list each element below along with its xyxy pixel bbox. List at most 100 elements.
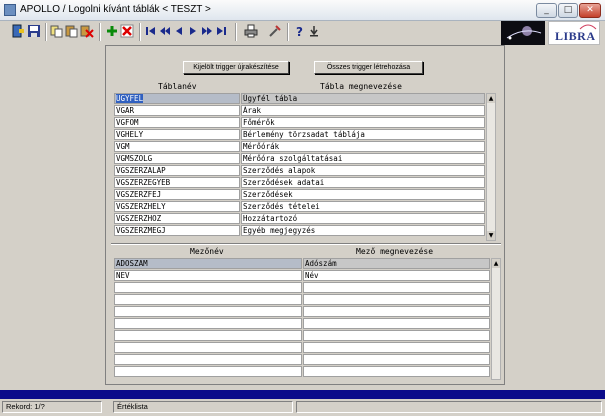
field-desc-cell[interactable] bbox=[303, 330, 490, 341]
table-name-cell[interactable]: VGSZERZEGYEB bbox=[114, 177, 240, 188]
table-desc-cell[interactable]: Hozzátartozó bbox=[241, 213, 485, 224]
table-desc-cell[interactable]: Szerződés alapok bbox=[241, 165, 485, 176]
cell-text: VGSZERZHELY bbox=[116, 202, 166, 211]
table-desc-cell[interactable]: Főmérők bbox=[241, 117, 485, 128]
field-name-cell[interactable] bbox=[114, 342, 302, 353]
prev-record-icon[interactable] bbox=[172, 24, 186, 38]
cell-text: VGSZERZEGYEB bbox=[116, 178, 171, 187]
field-desc-cell[interactable]: Név bbox=[303, 270, 490, 281]
section-divider bbox=[111, 243, 501, 245]
table-desc-cell[interactable]: Szerződések adatai bbox=[241, 177, 485, 188]
table-desc-cell[interactable]: Mérőórák bbox=[241, 141, 485, 152]
toolbar-separator bbox=[287, 23, 289, 41]
remove-row-icon[interactable] bbox=[120, 24, 134, 38]
field-name-cell[interactable] bbox=[114, 318, 302, 329]
field-name-cell[interactable] bbox=[114, 294, 302, 305]
table-desc-cell[interactable]: Szerződés tételei bbox=[241, 201, 485, 212]
paste-icon[interactable] bbox=[65, 24, 79, 38]
table-name-cell[interactable]: VGSZERZHELY bbox=[114, 201, 240, 212]
cell-text: ADOSZAM bbox=[116, 259, 148, 268]
create-all-triggers-button[interactable]: Összes trigger létrehozása bbox=[314, 61, 423, 74]
minimize-button[interactable]: _ bbox=[536, 3, 557, 18]
table-name-cell[interactable]: UGYFEL bbox=[114, 93, 240, 104]
copy-icon[interactable] bbox=[50, 24, 64, 38]
app-icon[interactable] bbox=[4, 4, 16, 16]
table-name-cell[interactable]: VGSZERZMEGJ bbox=[114, 225, 240, 236]
field-desc-cell[interactable] bbox=[303, 366, 490, 377]
field-desc-cell[interactable] bbox=[303, 282, 490, 293]
column-header-field-name: Mezőnév bbox=[190, 247, 224, 256]
next-page-icon[interactable] bbox=[200, 24, 214, 38]
close-button[interactable]: ✕ bbox=[579, 3, 601, 18]
mode-indicator: Értéklista bbox=[113, 401, 293, 413]
field-desc-cell[interactable]: Adószám bbox=[303, 258, 490, 269]
apollo-logo bbox=[501, 21, 545, 45]
field-desc-cell[interactable] bbox=[303, 342, 490, 353]
save-icon[interactable] bbox=[27, 24, 41, 38]
scroll-down-icon[interactable]: ▼ bbox=[487, 231, 495, 240]
tools-icon[interactable] bbox=[268, 24, 282, 38]
cell-text: VGAR bbox=[116, 106, 135, 115]
print-icon[interactable] bbox=[244, 24, 258, 38]
table-name-cell[interactable]: VGSZERZALAP bbox=[114, 165, 240, 176]
scroll-up-icon[interactable]: ▲ bbox=[487, 94, 495, 103]
toolbar-separator bbox=[45, 23, 47, 41]
field-name-cell[interactable] bbox=[114, 366, 302, 377]
maximize-button[interactable]: □ bbox=[558, 3, 578, 18]
exit-icon[interactable] bbox=[11, 24, 25, 38]
cell-text: Adószám bbox=[305, 259, 337, 268]
field-name-cell[interactable] bbox=[114, 354, 302, 365]
cell-text: Szerződések adatai bbox=[243, 178, 325, 187]
field-name-cell[interactable] bbox=[114, 282, 302, 293]
field-name-cell[interactable]: ADOSZAM bbox=[114, 258, 302, 269]
table-name-cell[interactable]: VGMSZOLG bbox=[114, 153, 240, 164]
cell-text: Név bbox=[305, 271, 319, 280]
table-name-cell[interactable]: VGFOM bbox=[114, 117, 240, 128]
cell-text: Ügyfél tábla bbox=[243, 94, 298, 103]
table-desc-cell[interactable]: Egyéb megjegyzés bbox=[241, 225, 485, 236]
table-name-cell[interactable]: VGHELY bbox=[114, 129, 240, 140]
field-name-cell[interactable] bbox=[114, 330, 302, 341]
rebuild-selected-trigger-button[interactable]: Kijelölt trigger újrakészítése bbox=[183, 61, 289, 74]
delete-record-icon[interactable] bbox=[80, 24, 94, 38]
cell-text: VGHELY bbox=[116, 130, 144, 139]
table-name-cell[interactable]: VGSZERZFEJ bbox=[114, 189, 240, 200]
cell-text: Mérőórák bbox=[243, 142, 280, 151]
cell-text: VGSZERZALAP bbox=[116, 166, 166, 175]
table-desc-cell[interactable]: Szerződések bbox=[241, 189, 485, 200]
toolbar-separator bbox=[139, 23, 141, 41]
libra-logo: LIBRA bbox=[548, 21, 600, 45]
cell-text: NEV bbox=[116, 271, 130, 280]
cell-text: VGM bbox=[116, 142, 130, 151]
first-record-icon[interactable] bbox=[144, 24, 158, 38]
column-header-field-desc: Mező megnevezése bbox=[356, 247, 434, 256]
libra-logo-text: LIBRA bbox=[555, 29, 596, 43]
next-record-icon[interactable] bbox=[186, 24, 200, 38]
field-name-cell[interactable] bbox=[114, 306, 302, 317]
cell-text: VGSZERZFEJ bbox=[116, 190, 162, 199]
table-desc-cell[interactable]: Ügyfél tábla bbox=[241, 93, 485, 104]
toolbar-separator bbox=[99, 23, 101, 41]
info-icon[interactable] bbox=[307, 24, 321, 38]
last-record-icon[interactable] bbox=[214, 24, 228, 38]
table-name-cell[interactable]: VGSZERZHOZ bbox=[114, 213, 240, 224]
add-row-icon[interactable] bbox=[105, 24, 119, 38]
field-desc-cell[interactable] bbox=[303, 306, 490, 317]
table-name-cell[interactable]: VGM bbox=[114, 141, 240, 152]
table-name-cell[interactable]: VGAR bbox=[114, 105, 240, 116]
field-desc-cell[interactable] bbox=[303, 354, 490, 365]
status-message bbox=[296, 401, 602, 413]
table-desc-cell[interactable]: Mérőóra szolgáltatásai bbox=[241, 153, 485, 164]
tables-scrollbar[interactable]: ▲ ▼ bbox=[486, 93, 496, 241]
field-name-cell[interactable]: NEV bbox=[114, 270, 302, 281]
table-desc-cell[interactable]: Bérlemény törzsadat táblája bbox=[241, 129, 485, 140]
table-desc-cell[interactable]: Árak bbox=[241, 105, 485, 116]
field-desc-cell[interactable] bbox=[303, 294, 490, 305]
fields-scrollbar[interactable]: ▲ bbox=[491, 258, 501, 380]
help-icon[interactable]: ? bbox=[293, 24, 307, 38]
column-header-table-name: Táblanév bbox=[158, 82, 197, 91]
field-desc-cell[interactable] bbox=[303, 318, 490, 329]
prev-page-icon[interactable] bbox=[158, 24, 172, 38]
scroll-up-icon[interactable]: ▲ bbox=[492, 259, 500, 268]
cell-text: VGSZERZHOZ bbox=[116, 214, 162, 223]
